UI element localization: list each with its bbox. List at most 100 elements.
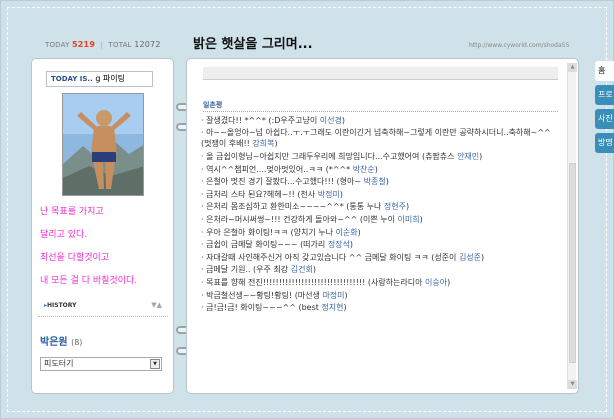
profile-photo[interactable] — [62, 93, 144, 196]
comment-text: · 올 금쉽이형님~아쉽지만 그래두우리에 희망입니다...수고했어여 (츄팝츄… — [201, 151, 458, 161]
comment-text: · 금쉽이 금메달 화이팅~~~ (떠가리 — [201, 240, 328, 250]
tab-guestbook[interactable]: 방명 — [595, 133, 614, 153]
friend-select[interactable]: 피도터기 ▼ — [40, 357, 162, 371]
comment-author[interactable]: 마정미 — [322, 291, 344, 300]
owner-name-text: 박은원 — [40, 337, 68, 348]
comment-author[interactable]: 안재민 — [457, 152, 479, 161]
list-item: · 금!금!금! 화이팅~~~^^ (best 정지현) — [201, 301, 559, 314]
comment-text: · 은처리 몸조심하고 환한미소~~~~^^* (통통 누나 — [201, 202, 384, 212]
comment-text: · 은처라~머시써썽~!!! 건강하게 돌아와~^^ (이쁜 누이 — [201, 214, 398, 224]
profile-panel: TODAY IS.. g 파이팅 난 목표를 가지고 달리고 있다. 최선을 다… — [31, 58, 174, 394]
comment-text: · 금!금!금! 화이팅~~~^^ (best — [201, 303, 322, 313]
list-item: · 은처리 몸조심하고 환한미소~~~~^^* (통통 누나 정현주) — [201, 201, 559, 214]
comment-tail: ) — [385, 177, 389, 187]
divider — [203, 79, 558, 80]
today-is-label: TODAY IS.. — [51, 75, 93, 83]
history-link[interactable]: ▸HISTORY ▼▲ — [44, 299, 162, 313]
comment-author[interactable]: 박찬순 — [353, 165, 375, 174]
comment-tail: ) — [274, 139, 278, 149]
tab-profile[interactable]: 프로 — [595, 85, 614, 105]
section-title: 일촌평 — [203, 101, 223, 109]
scroll-down-icon[interactable]: ▼ — [568, 380, 577, 389]
visitor-counter: TODAY 5219 | TOTAL 12072 — [45, 40, 161, 49]
dropdown-arrow-icon[interactable]: ▼ — [150, 359, 160, 369]
comment-tail: ) — [343, 303, 347, 313]
total-label: TOTAL — [108, 41, 132, 49]
counter-separator: | — [100, 41, 104, 49]
comment-author[interactable]: 이승아 — [425, 278, 447, 287]
today-is-box: TODAY IS.. g 파이팅 — [46, 71, 153, 87]
homepage-url[interactable]: http://www.cyworld.com/shoda55 — [469, 42, 569, 49]
comment-author[interactable]: 박종철 — [364, 177, 386, 186]
comment-tail: ) — [357, 227, 361, 237]
comment-tail: ) — [312, 265, 316, 275]
tab-home[interactable]: 홈 — [595, 61, 614, 81]
comment-tail: ) — [341, 115, 345, 125]
comment-author[interactable]: 이미희 — [398, 215, 420, 224]
history-label: ▸HISTORY — [44, 302, 76, 309]
page-title: 밝은 햇살을 그리며... — [193, 37, 313, 52]
bio-line: 최선을 다할것이고 — [40, 253, 110, 263]
comment-tail: ) — [344, 290, 348, 300]
today-label: TODAY — [45, 41, 70, 49]
comment-text: · 박금철선생~~황팅!황팅! (마선생 — [201, 290, 323, 300]
bio-line: 난 목표를 가지고 — [40, 207, 104, 217]
list-item: · 목표를 향해 전진!!!!!!!!!!!!!!!!!!!!!!!!!!!!!… — [201, 276, 559, 289]
list-item: · 우아 은철아 화이팅!ㅋㅋ (양치기 누나 이순화) — [201, 226, 559, 239]
list-item: · 박금철선생~~황팅!황팅! (마선생 마정미) — [201, 289, 559, 302]
comment-text: · 은철아 멋진 경기 잘봤다...수고했다!!! (형아~ — [201, 177, 364, 187]
minihompy-frame: TODAY 5219 | TOTAL 12072 밝은 햇살을 그리며... h… — [0, 0, 614, 419]
comment-text: · 잘생겼다!! *^^* (:D우주고냥이 — [201, 115, 320, 125]
comment-author[interactable]: 정장석 — [328, 240, 350, 249]
list-item: · 은처라~머시써썽~!!! 건강하게 돌아와~^^ (이쁜 누이 이미희) — [201, 213, 559, 226]
comment-tail: ) — [406, 202, 410, 212]
owner-name[interactable]: 박은원 (8) — [40, 333, 82, 348]
comment-author[interactable]: 강희복 — [252, 139, 274, 148]
list-item: · 금쉽이 금메달 화이팅~~~ (떠가리 정장석) — [201, 238, 559, 251]
friend-select-value: 피도터기 — [44, 359, 74, 368]
scrollbar[interactable]: ▲ ▼ — [567, 63, 577, 389]
divider — [203, 111, 558, 112]
comment-author[interactable]: 정지현 — [321, 303, 343, 312]
list-item: · 은철아 멋진 경기 잘봤다...수고했다!!! (형아~ 박종철) — [201, 175, 559, 188]
side-tabs: 홈 프로 사진 방명 — [595, 61, 614, 157]
comment-tail: ) — [419, 214, 423, 224]
comment-author[interactable]: 정현주 — [384, 202, 406, 211]
comment-tail: ) — [481, 252, 485, 262]
list-item: · 자대갈때 사인해주신거 아직 갖고있습니다 ^^ 금메달 화이팅 ㅋㅋ (성… — [201, 251, 559, 264]
comment-tail: ) — [374, 164, 378, 174]
total-count: 12072 — [134, 40, 161, 49]
owner-count: (8) — [71, 338, 83, 347]
today-count: 5219 — [72, 40, 96, 49]
comment-author[interactable]: 이선경 — [320, 116, 342, 125]
comment-tail: ) — [479, 151, 483, 161]
scroll-thumb[interactable] — [569, 163, 576, 363]
comment-text: · 금처리 스타 된요?헤헤~!! (천사 — [201, 189, 318, 199]
list-item: · 올 금쉽이형님~아쉽지만 그래두우리에 희망입니다...수고했어여 (츄팝츄… — [201, 150, 559, 163]
comment-text: · 우아 은철아 화이팅!ㅋㅋ (양치기 누나 — [201, 227, 336, 237]
tab-photo[interactable]: 사진 — [595, 109, 614, 129]
comment-text: · 목표를 향해 전진!!!!!!!!!!!!!!!!!!!!!!!!!!!!!… — [201, 277, 426, 287]
comment-tail: ) — [349, 240, 354, 250]
history-text: HISTORY — [47, 302, 77, 309]
divider — [38, 316, 168, 317]
profile-bio: 난 목표를 가지고 달리고 있다. 최선을 다할것이고 내 모든 걸 다 바칠것… — [40, 201, 170, 293]
history-toggle-icon[interactable]: ▼▲ — [151, 301, 162, 309]
comment-text: · 역시^^챔피언....멎아멋있어..ㅋㅋ (*^^* — [201, 164, 353, 174]
comment-tail: ) — [339, 189, 343, 199]
main-panel: 일촌평 · 잘생겼다!! *^^* (:D우주고냥이 이선경) · 아~~올엉아… — [186, 58, 579, 394]
comment-text: · 금메달 기원.. (우주 최강 — [201, 265, 291, 275]
comment-author[interactable]: 김건회 — [291, 265, 313, 274]
list-item: · 금처리 스타 된요?헤헤~!! (천사 박정미) — [201, 188, 559, 201]
list-item: · 금메달 기원.. (우주 최강 김건회) — [201, 264, 559, 277]
header: TODAY 5219 | TOTAL 12072 밝은 햇살을 그리며... h… — [31, 31, 611, 55]
comment-author[interactable]: 김성준 — [459, 253, 481, 262]
comment-author[interactable]: 이순화 — [336, 228, 358, 237]
comment-author[interactable]: 박정미 — [318, 190, 340, 199]
list-item: · 아~~올엉아~넘 아쉽다..ㅜ.ㅜ그래도 이란이긴거 넘축하해~그렇게 이란… — [201, 127, 559, 151]
comment-text: · 자대갈때 사인해주신거 아직 갖고있습니다 ^^ 금메달 화이팅 ㅋㅋ (성… — [201, 252, 459, 262]
scroll-up-icon[interactable]: ▲ — [568, 63, 577, 72]
comment-list: · 잘생겼다!! *^^* (:D우주고냥이 이선경) · 아~~올엉아~넘 아… — [201, 114, 559, 314]
today-is-value: g 파이팅 — [95, 74, 126, 83]
bio-line: 내 모든 걸 다 바칠것이다. — [40, 276, 138, 286]
